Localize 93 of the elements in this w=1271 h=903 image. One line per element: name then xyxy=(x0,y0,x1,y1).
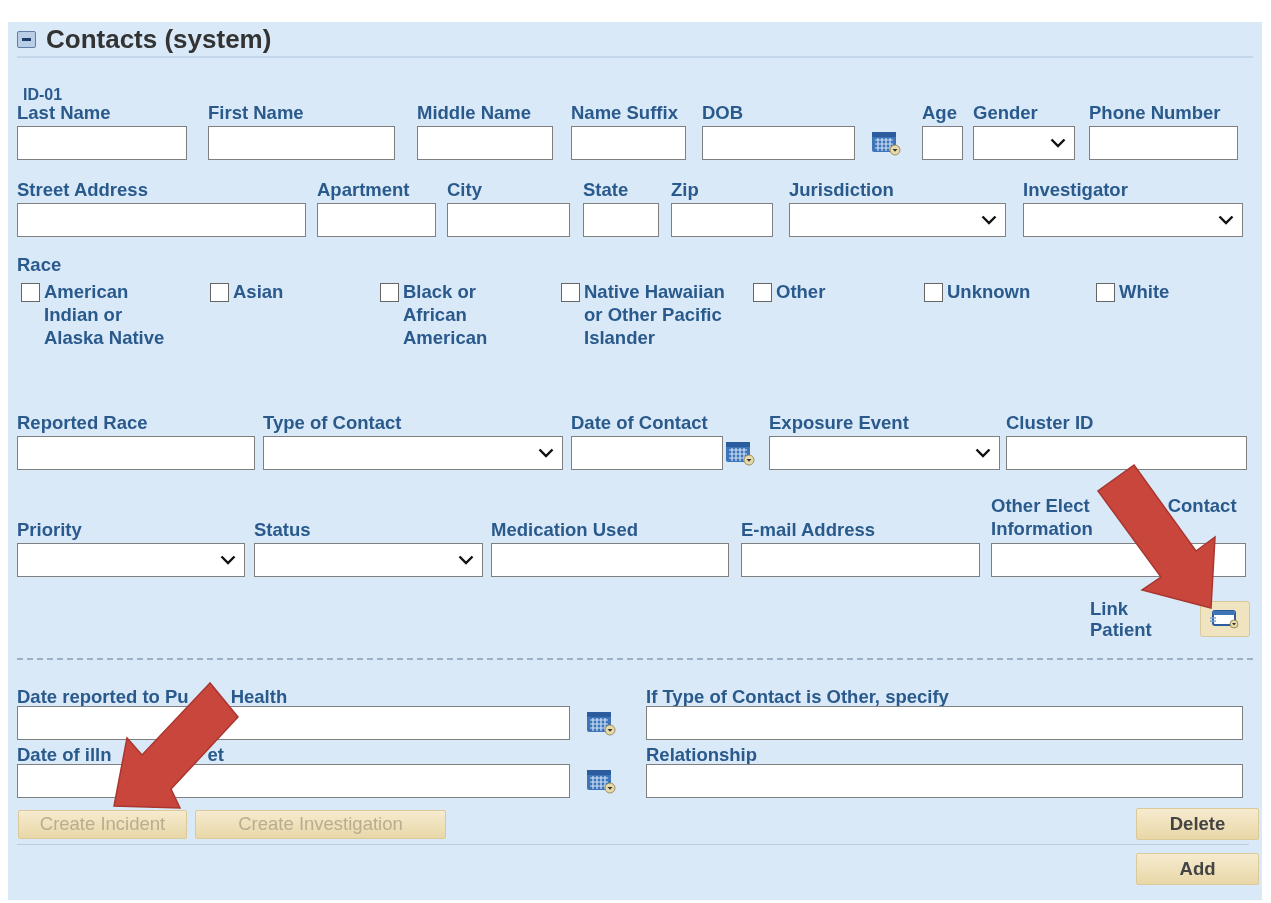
checkbox-label: Unknown xyxy=(947,280,1032,303)
field-label: Investigator xyxy=(1023,180,1129,200)
delete-button[interactable]: Delete xyxy=(1136,808,1259,840)
checkbox[interactable] xyxy=(753,283,772,302)
field-label: First Name xyxy=(208,103,305,123)
dropdown-field[interactable] xyxy=(1023,203,1243,237)
field-label: Cluster ID xyxy=(1006,413,1095,433)
panel-title: Contacts (system) xyxy=(46,23,272,55)
date-field[interactable] xyxy=(702,126,855,160)
field-label: Priority xyxy=(17,520,83,540)
field-label: Date of illn xyxy=(17,746,112,764)
field-label: Information xyxy=(991,517,1093,540)
field-label: Middle Name xyxy=(417,103,533,123)
text-field[interactable] xyxy=(491,543,729,577)
field-label: Jurisdiction xyxy=(789,180,895,200)
field-label: Gender xyxy=(973,103,1039,123)
chevron-down-icon xyxy=(975,448,991,458)
text-field[interactable] xyxy=(417,126,553,160)
text-field[interactable] xyxy=(583,203,659,237)
checkbox[interactable] xyxy=(380,283,399,302)
chevron-down-icon xyxy=(458,555,474,565)
field-label: Date reported to Pu xyxy=(17,688,189,706)
calendar-icon[interactable] xyxy=(871,130,901,156)
checkbox[interactable] xyxy=(21,283,40,302)
field-label: E-mail Address xyxy=(741,520,876,540)
checkbox[interactable] xyxy=(924,283,943,302)
field-label: Street Address xyxy=(17,180,149,200)
dropdown-field[interactable] xyxy=(263,436,563,470)
field-label: Age xyxy=(922,103,958,123)
record-id: ID-01 xyxy=(23,87,64,103)
checkbox-label: White xyxy=(1119,280,1171,303)
text-field[interactable] xyxy=(17,126,187,160)
field-label: Medication Used xyxy=(491,520,639,540)
window-icon xyxy=(1210,609,1240,629)
field-label: Name Suffix xyxy=(571,103,679,123)
field-label: Reported Race xyxy=(17,413,149,433)
field-label: Contact xyxy=(1167,494,1237,517)
calendar-icon[interactable] xyxy=(725,440,755,466)
chevron-down-icon xyxy=(220,555,236,565)
field-label: Zip xyxy=(671,180,700,200)
checkbox-label: Native Hawaiian or Other Pacific Islander xyxy=(584,280,726,349)
text-field[interactable] xyxy=(671,203,773,237)
field-label: Apartment xyxy=(317,180,411,200)
dropdown-field[interactable] xyxy=(769,436,1000,470)
dropdown-field[interactable] xyxy=(254,543,483,577)
checkbox-label: American Indian or Alaska Native xyxy=(44,280,166,349)
text-field[interactable] xyxy=(447,203,570,237)
checkbox-label: Asian xyxy=(233,280,285,303)
checkbox[interactable] xyxy=(561,283,580,302)
chevron-down-icon xyxy=(1218,215,1234,225)
text-field[interactable] xyxy=(208,126,395,160)
field-label: Type of Contact xyxy=(263,413,403,433)
field-label: Last Name xyxy=(17,103,112,123)
chevron-down-icon xyxy=(538,448,554,458)
add-button[interactable]: Add xyxy=(1136,853,1259,885)
field-label: Exposure Event xyxy=(769,413,910,433)
checkbox-label: Other xyxy=(776,280,827,303)
field-label: Relationship xyxy=(646,746,758,764)
text-field[interactable] xyxy=(17,436,255,470)
field-label: State xyxy=(583,180,630,200)
checkbox-label: Black or African American xyxy=(403,280,489,349)
field-label: Status xyxy=(254,520,312,540)
date-field[interactable] xyxy=(571,436,723,470)
field-label: Health xyxy=(230,688,288,706)
field-label: If Type of Contact is Other, specify xyxy=(646,688,950,706)
link-patient-button[interactable] xyxy=(1200,601,1250,637)
text-field[interactable] xyxy=(1006,436,1247,470)
field-label: Race xyxy=(17,255,63,275)
text-field[interactable] xyxy=(1089,126,1238,160)
dropdown-field[interactable] xyxy=(789,203,1006,237)
checkbox[interactable] xyxy=(210,283,229,302)
checkbox[interactable] xyxy=(1096,283,1115,302)
field-label: Phone Number xyxy=(1089,103,1222,123)
field-label: City xyxy=(447,180,483,200)
text-field[interactable] xyxy=(571,126,686,160)
chevron-down-icon xyxy=(981,215,997,225)
text-field[interactable] xyxy=(317,203,436,237)
dropdown-field[interactable] xyxy=(973,126,1075,160)
calendar-icon[interactable] xyxy=(586,768,616,794)
text-field[interactable] xyxy=(922,126,963,160)
text-field[interactable] xyxy=(646,706,1243,740)
field-label: Date of Contact xyxy=(571,413,709,433)
dropdown-field[interactable] xyxy=(17,543,245,577)
calendar-icon[interactable] xyxy=(586,710,616,736)
chevron-down-icon xyxy=(1050,138,1066,148)
collapse-icon[interactable] xyxy=(17,30,36,48)
field-label: Other Elect xyxy=(991,494,1090,517)
text-field[interactable] xyxy=(646,764,1243,798)
link-patient-label: Link Patient xyxy=(1090,598,1153,640)
text-field[interactable] xyxy=(741,543,980,577)
field-label: et xyxy=(207,746,224,764)
field-label: DOB xyxy=(702,103,745,123)
text-field[interactable] xyxy=(17,203,306,237)
